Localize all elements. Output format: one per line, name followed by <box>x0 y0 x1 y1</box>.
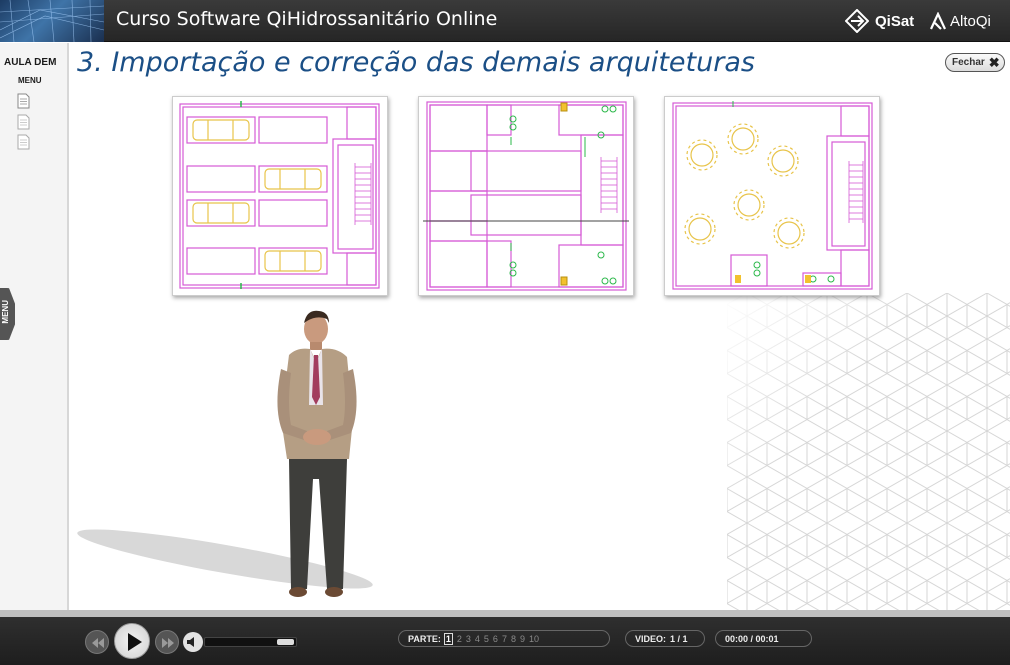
time-value: 00:00 / 00:01 <box>725 633 779 644</box>
video-label: VIDEO: <box>635 633 667 644</box>
course-title: Curso Software QiHidrossanitário Online <box>116 8 498 30</box>
part-2-button[interactable]: 2 <box>457 634 462 644</box>
part-9-button[interactable]: 9 <box>520 634 525 644</box>
video-counter: VIDEO: 1 / 1 <box>625 630 705 647</box>
qisat-logo: QiSat <box>845 8 914 34</box>
media-player-bar: PARTE: 1 2 3 4 5 6 7 8 9 10 VIDEO: 1 / 1… <box>0 617 1010 665</box>
part-5-button[interactable]: 5 <box>484 634 489 644</box>
document-icon[interactable] <box>17 114 30 130</box>
close-button-label: Fechar <box>952 57 985 68</box>
part-7-button[interactable]: 7 <box>502 634 507 644</box>
rewind-button[interactable] <box>85 630 109 654</box>
play-button[interactable] <box>114 623 150 659</box>
lesson-label: AULA DEM <box>4 57 57 68</box>
menu-side-tab[interactable]: MENU <box>0 288 15 340</box>
top-header: Curso Software QiHidrossanitário Online … <box>0 0 1010 42</box>
menu-heading: MENU <box>18 76 42 85</box>
part-3-button[interactable]: 3 <box>466 634 471 644</box>
altoqi-logo-icon <box>930 12 946 30</box>
altoqi-logo-text: AltoQi <box>950 12 991 30</box>
volume-slider[interactable] <box>204 637 297 647</box>
course-banner-image <box>0 0 104 42</box>
floor-plan-hall <box>664 96 880 296</box>
part-10-button[interactable]: 10 <box>529 634 539 644</box>
close-icon: ✖ <box>988 55 1000 70</box>
part-selector: PARTE: 1 2 3 4 5 6 7 8 9 10 <box>398 630 610 647</box>
document-icon[interactable] <box>17 93 30 109</box>
play-icon <box>128 633 142 651</box>
hexagon-pattern-decoration <box>727 293 1010 610</box>
video-value: 1 / 1 <box>670 633 688 644</box>
qisat-logo-icon <box>845 9 869 33</box>
altoqi-logo: AltoQi <box>930 8 991 34</box>
part-6-button[interactable]: 6 <box>493 634 498 644</box>
part-4-button[interactable]: 4 <box>475 634 480 644</box>
volume-slider-handle[interactable] <box>277 639 294 645</box>
slide-title: 3. Importação e correção das demais arqu… <box>77 47 755 78</box>
part-8-button[interactable]: 8 <box>511 634 516 644</box>
speaker-icon <box>187 637 194 647</box>
part-1-button[interactable]: 1 <box>443 632 453 645</box>
part-label: PARTE: <box>408 633 441 644</box>
volume-button[interactable] <box>183 632 203 652</box>
player-separator <box>0 610 1010 617</box>
fast-forward-icon <box>162 638 174 648</box>
document-icon[interactable] <box>17 134 30 150</box>
presenter-avatar <box>277 310 357 597</box>
slide-stage: 3. Importação e correção das demais arqu… <box>71 43 1010 610</box>
qisat-logo-text: QiSat <box>875 12 915 30</box>
left-menu-panel: AULA DEM MENU MENU <box>0 43 69 610</box>
close-button[interactable]: Fechar ✖ <box>945 53 1005 72</box>
rewind-icon <box>92 638 104 648</box>
floor-plan-apartments <box>418 96 634 296</box>
time-display: 00:00 / 00:01 <box>715 630 812 647</box>
menu-side-tab-label: MENU <box>1 300 10 324</box>
fast-forward-button[interactable] <box>155 630 179 654</box>
floor-plan-garage <box>172 96 388 296</box>
